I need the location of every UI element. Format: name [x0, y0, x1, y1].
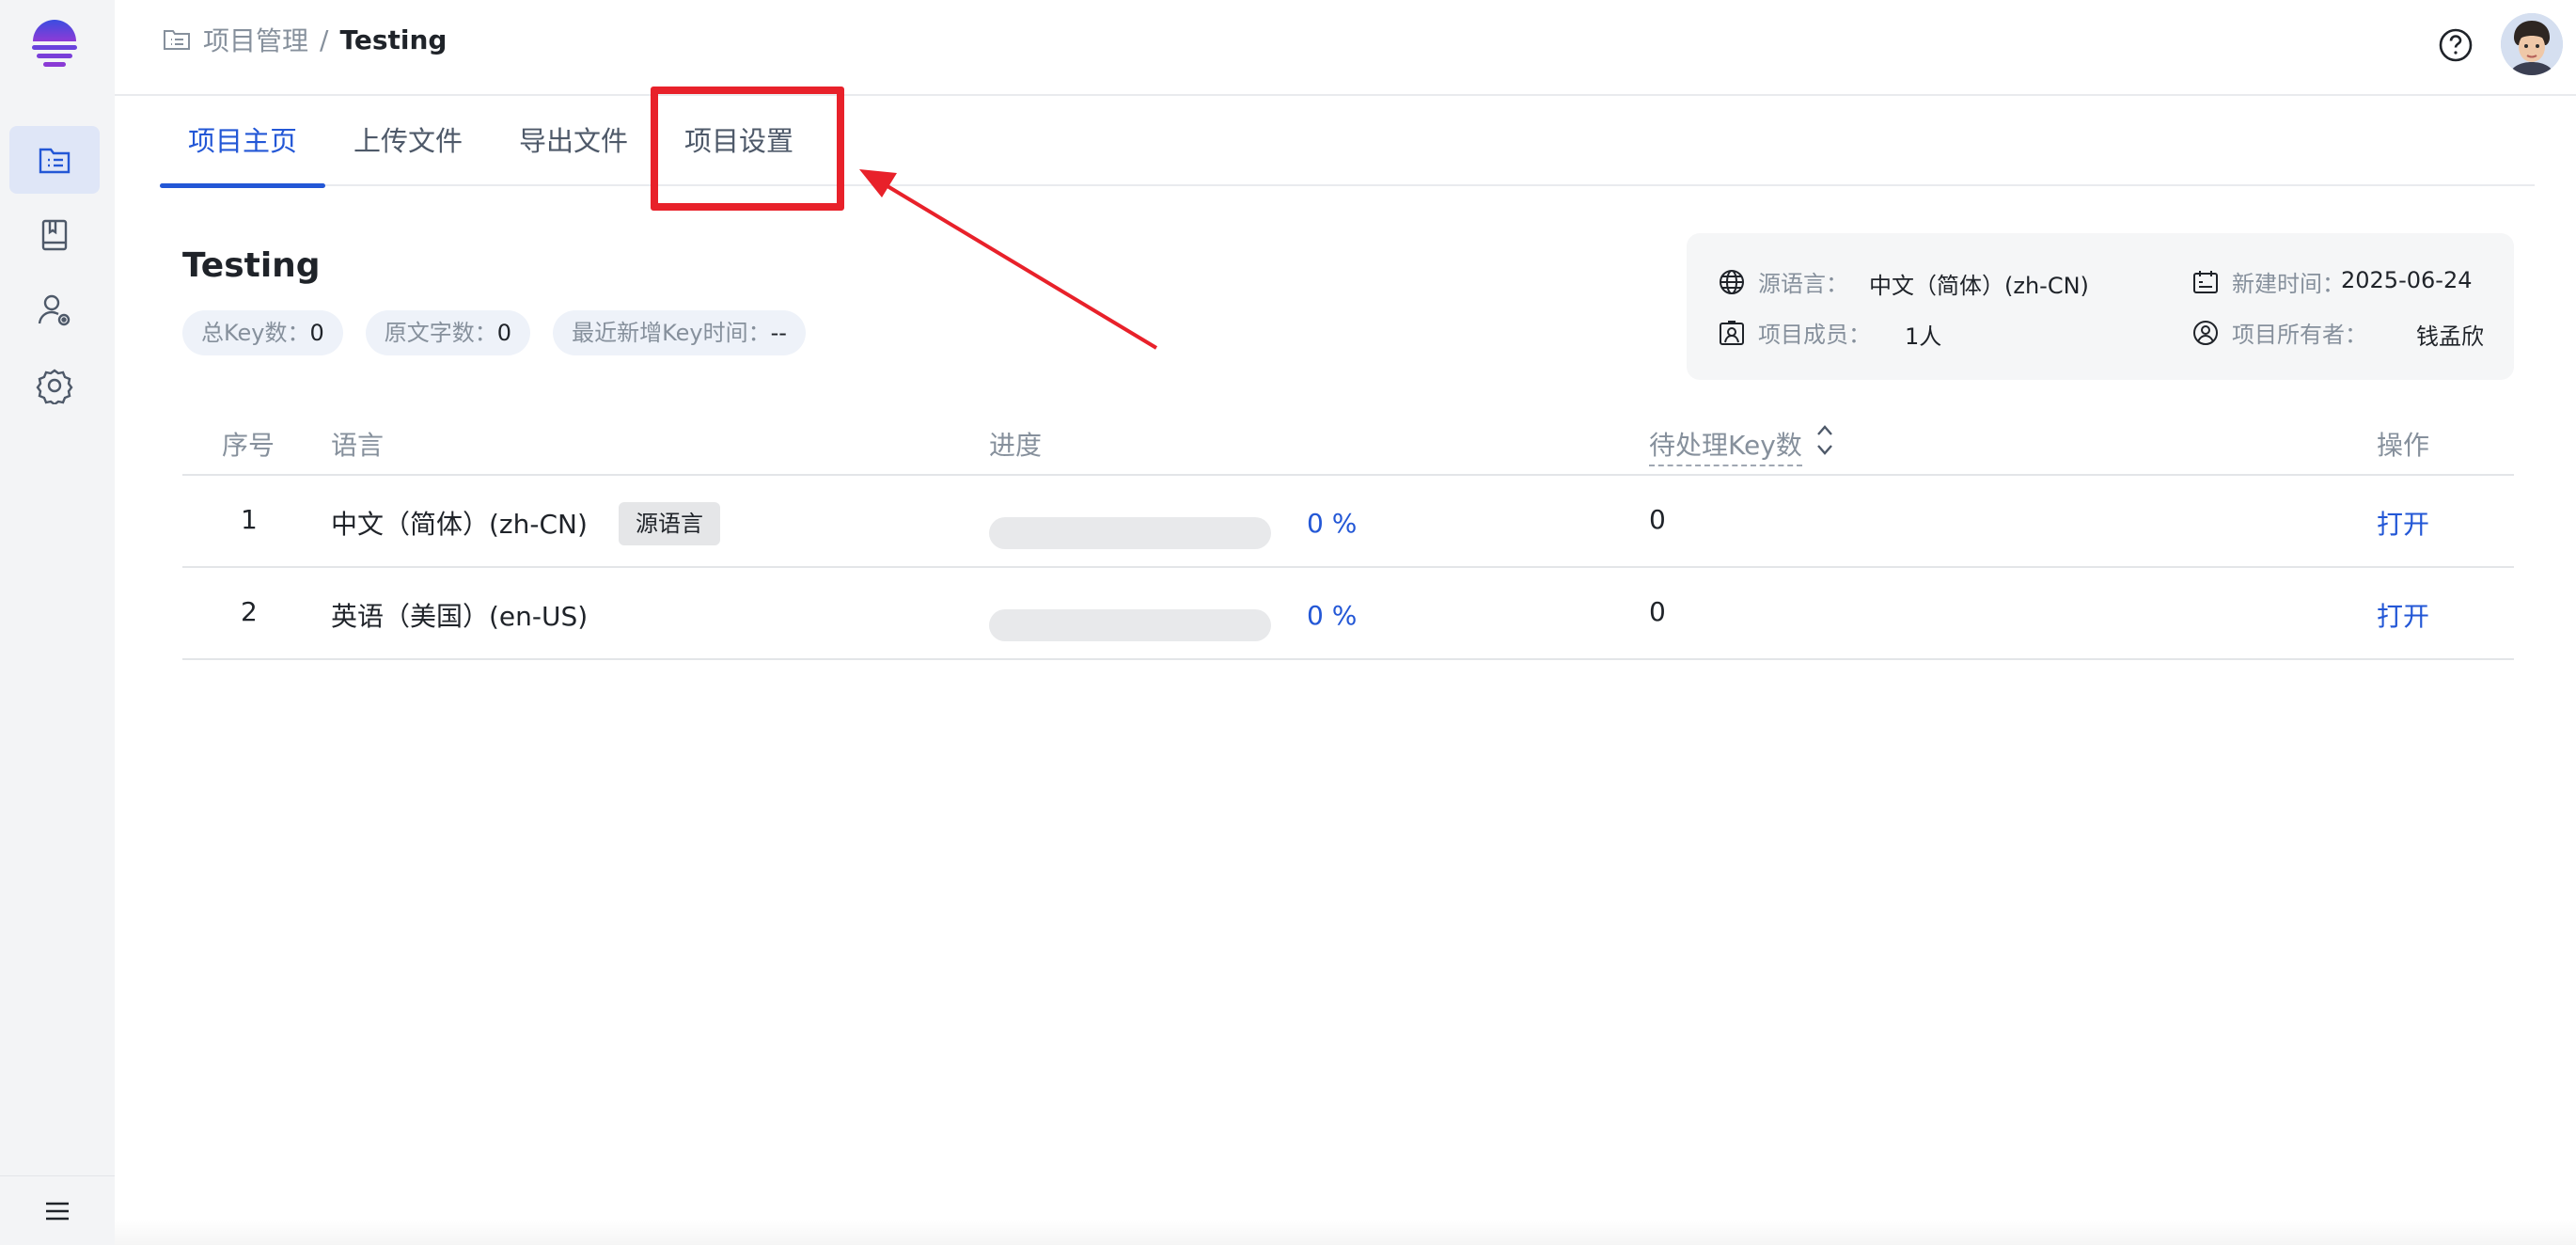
- info-owner: 项目所有者：: [2191, 316, 2367, 349]
- info-label: 项目成员：: [1758, 322, 1871, 348]
- breadcrumb: 项目管理 / Testing: [162, 21, 447, 58]
- project-info-card: 源语言： 中文（简体）(zh-CN) 新建时间： 2025-06-24 项目成员…: [1687, 233, 2514, 380]
- tab-export-files[interactable]: 导出文件: [491, 96, 656, 186]
- annotation-arrow: [859, 169, 1158, 350]
- member-card-icon: [1720, 320, 1744, 345]
- info-source-language-value: 中文（简体）(zh-CN): [1869, 273, 2089, 299]
- project-title: Testing: [182, 246, 321, 285]
- row-pending-keys: 0: [1649, 504, 1666, 535]
- table-row: 1 中文（简体）(zh-CN) 源语言 0 % 0 打开: [182, 476, 2514, 568]
- info-source-language: 源语言：: [1717, 265, 1848, 298]
- header-language: 语言: [331, 430, 385, 461]
- stat-value: --: [770, 320, 787, 346]
- progress-percent: 0 %: [1307, 508, 1358, 539]
- gear-icon: [36, 369, 73, 404]
- sidebar-item-projects[interactable]: [9, 126, 100, 194]
- info-label: 项目所有者：: [2232, 322, 2367, 348]
- info-members: 项目成员：: [1717, 316, 1871, 349]
- calendar-icon: [2193, 270, 2218, 293]
- row-language: 英语（美国）(en-US): [331, 601, 589, 632]
- stat-total-keys: 总Key数： 0: [182, 310, 343, 355]
- user-settings-icon: [38, 294, 71, 326]
- stat-source-words: 原文字数： 0: [365, 310, 531, 355]
- stat-label: 总Key数：: [201, 320, 310, 346]
- row-index: 2: [241, 596, 258, 627]
- stat-label: 原文字数：: [384, 320, 497, 346]
- header-action: 操作: [2377, 430, 2430, 461]
- row-index: 1: [241, 504, 258, 535]
- row-language: 中文（简体）(zh-CN): [331, 509, 588, 540]
- breadcrumb-separator: /: [320, 24, 329, 55]
- app-logo[interactable]: [26, 15, 83, 71]
- info-label: 源语言：: [1758, 271, 1848, 297]
- info-label: 新建时间：: [2232, 271, 2345, 297]
- project-stats: 总Key数： 0 原文字数： 0 最近新增Key时间： --: [182, 310, 806, 355]
- tab-label: 项目主页: [187, 125, 297, 157]
- globe-icon: [1720, 269, 1744, 294]
- tab-project-home[interactable]: 项目主页: [160, 96, 325, 188]
- progress-bar: [989, 517, 1271, 549]
- header-pending-keys[interactable]: 待处理Key数: [1649, 425, 1802, 466]
- tab-label: 上传文件: [353, 125, 463, 157]
- user-circle-icon: [2193, 320, 2218, 345]
- tab-label: 导出文件: [518, 125, 628, 157]
- open-link[interactable]: 打开: [2377, 596, 2429, 634]
- breadcrumb-parent-link[interactable]: 项目管理: [203, 21, 308, 58]
- folder-icon: [164, 30, 190, 50]
- stat-last-key-time: 最近新增Key时间： --: [553, 310, 806, 355]
- annotation-highlight-box: [651, 87, 844, 211]
- menu-icon[interactable]: [43, 1197, 71, 1225]
- book-icon: [41, 219, 68, 251]
- progress-percent: 0 %: [1307, 600, 1358, 631]
- help-icon[interactable]: [2437, 26, 2474, 64]
- open-link[interactable]: 打开: [2377, 504, 2429, 542]
- info-owner-value: 钱孟欣: [2416, 323, 2484, 350]
- progress-bar: [989, 609, 1271, 641]
- row-pending-keys: 0: [1649, 596, 1666, 627]
- sidebar-item-settings[interactable]: [9, 352, 100, 419]
- table-row: 2 英语（美国）(en-US) 0 % 0 打开: [182, 568, 2514, 660]
- info-members-value: 1人: [1905, 323, 1942, 350]
- breadcrumb-current: Testing: [339, 24, 448, 55]
- source-language-tag: 源语言: [619, 502, 720, 545]
- stat-value: 0: [309, 320, 324, 346]
- header-progress: 进度: [989, 430, 1043, 461]
- user-avatar[interactable]: [2501, 13, 2563, 75]
- sidebar-footer: [0, 1175, 115, 1245]
- sidebar-item-members[interactable]: [9, 276, 100, 344]
- top-header: 项目管理 / Testing: [115, 0, 2576, 96]
- sidebar-item-glossary[interactable]: [9, 201, 100, 269]
- bottom-shadow: [115, 1219, 2576, 1245]
- tab-upload-files[interactable]: 上传文件: [325, 96, 491, 186]
- sidebar: [0, 0, 115, 1245]
- info-created-value: 2025-06-24: [2341, 267, 2473, 293]
- sort-icon[interactable]: [1814, 419, 1835, 461]
- stat-value: 0: [496, 320, 512, 346]
- language-table: 序号 语言 进度 待处理Key数 操作 1 中文（简体）(zh-CN) 源语言 …: [182, 408, 2514, 660]
- header-index: 序号: [222, 430, 275, 461]
- stat-label: 最近新增Key时间：: [572, 320, 771, 346]
- info-created: 新建时间：: [2191, 265, 2345, 298]
- project-tabs: 项目主页 上传文件 导出文件 项目设置: [160, 96, 2535, 188]
- project-list-icon: [39, 148, 71, 174]
- tab-active-indicator: [160, 183, 325, 188]
- table-header: 序号 语言 进度 待处理Key数 操作: [182, 408, 2514, 476]
